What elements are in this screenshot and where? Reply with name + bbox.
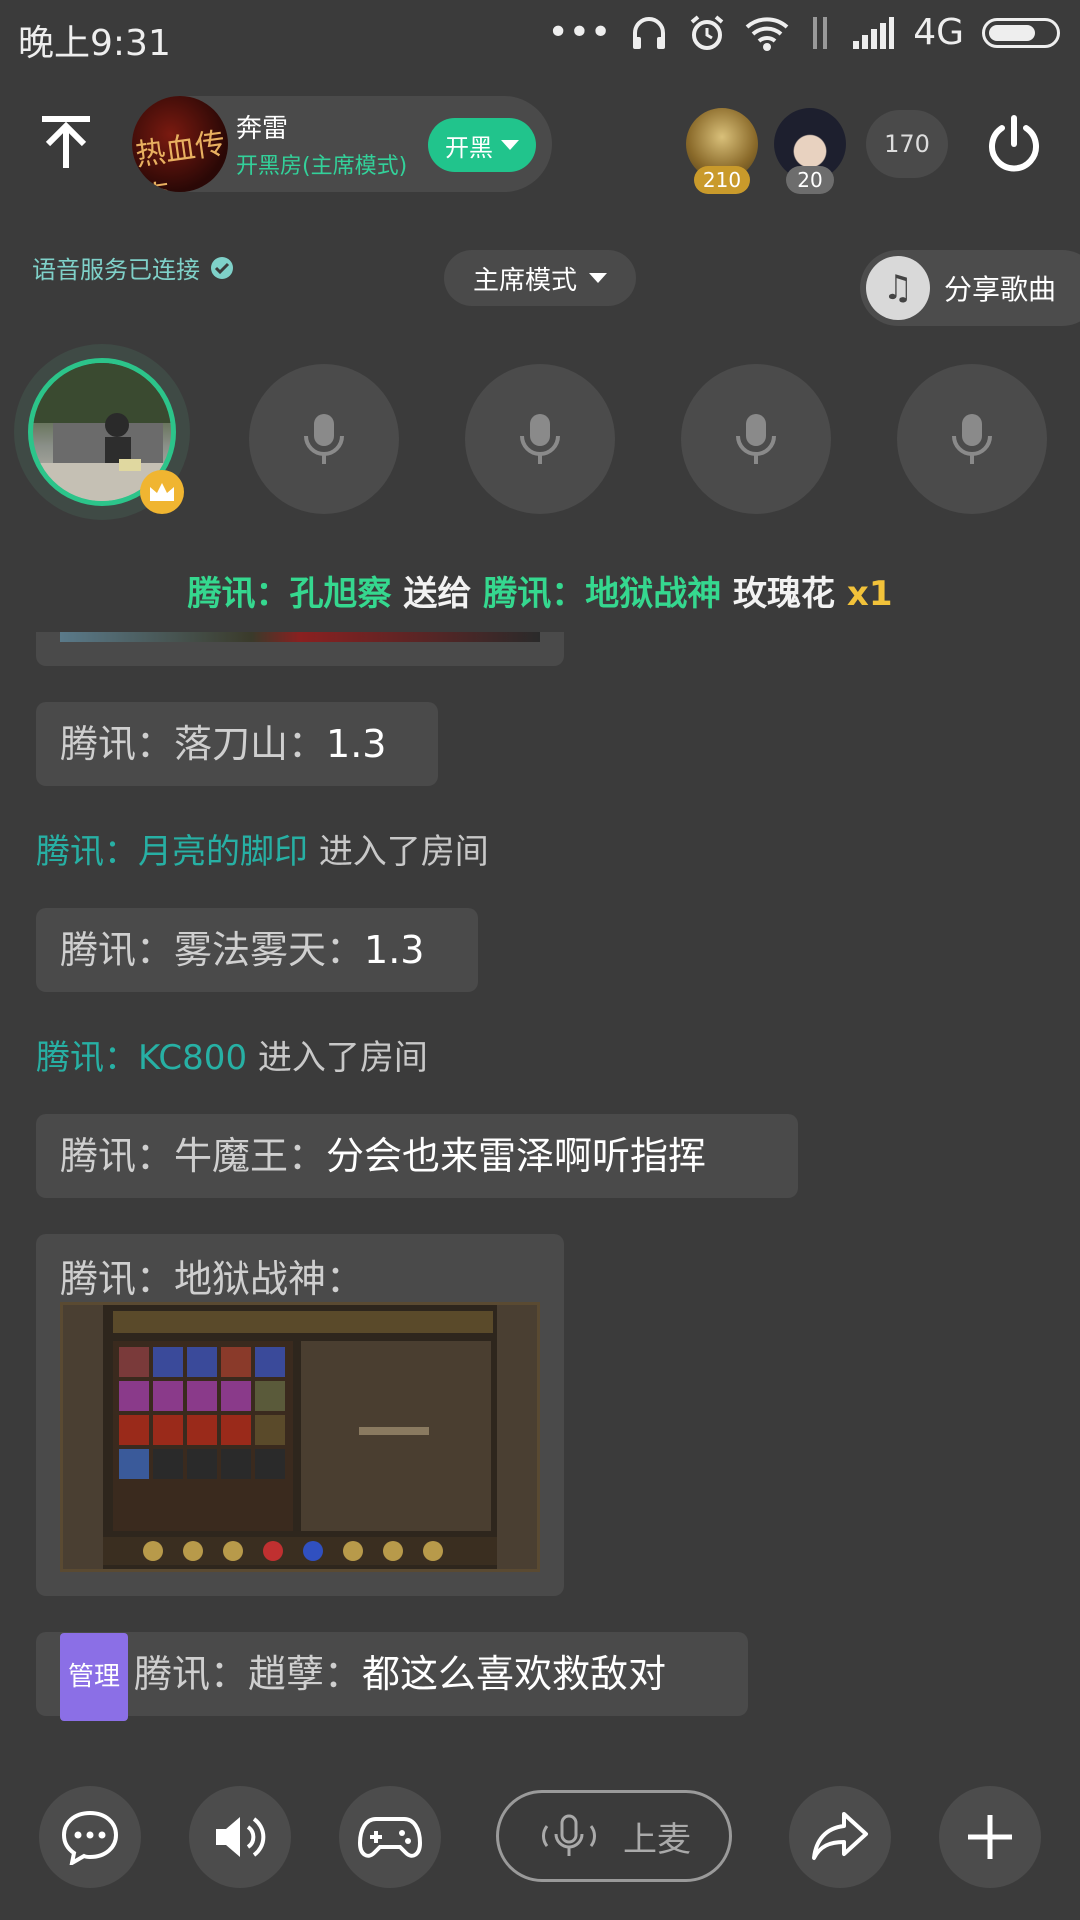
empty-seat[interactable]	[681, 364, 831, 514]
music-note-icon: ♫	[866, 256, 930, 320]
gift-banner: 腾讯：孔旭察 送给 腾讯：地狱战神 玫瑰花 x1	[0, 566, 1080, 615]
viewer-badge: 210	[694, 166, 750, 194]
more-dots-icon: •••	[547, 12, 612, 53]
alarm-icon	[690, 14, 724, 50]
chat-username[interactable]: 腾讯：牛魔王：	[60, 1134, 326, 1178]
power-icon[interactable]	[984, 114, 1044, 174]
chat-message[interactable]: 腾讯：牛魔王：分会也来雷泽啊听指挥	[36, 1114, 798, 1198]
chat-username[interactable]: 腾讯：落刀山：	[60, 722, 326, 766]
chat-text: 都这么喜欢救敌对	[362, 1652, 667, 1696]
battery-icon	[982, 17, 1060, 48]
gift-receiver[interactable]: 腾讯：地狱战神	[483, 574, 721, 614]
chevron-down-icon	[501, 140, 519, 150]
join-mic-button[interactable]: 上麦	[496, 1790, 732, 1882]
chevron-down-icon	[589, 273, 607, 283]
clock: 晚上9:31	[18, 23, 171, 64]
voice-status-text: 语音服务已连接	[32, 256, 200, 284]
chat-text: 分会也来雷泽啊听指挥	[326, 1134, 707, 1178]
voice-status: 语音服务已连接	[32, 250, 234, 285]
share-song-button[interactable]: ♫ 分享歌曲	[860, 250, 1080, 326]
system-message: 腾讯：月亮的脚印 进入了房间	[36, 824, 489, 873]
empty-seat[interactable]	[249, 364, 399, 514]
admin-badge: 管理	[60, 1632, 129, 1721]
microphone-icon	[736, 414, 776, 464]
empty-seat[interactable]	[897, 364, 1047, 514]
chat-username[interactable]: 腾讯：趙孽：	[134, 1652, 362, 1696]
empty-seat[interactable]	[465, 364, 615, 514]
system-text: 进入了房间	[257, 1038, 428, 1078]
microphone-icon	[952, 414, 992, 464]
gift-verb: 送给	[403, 574, 472, 614]
room-name: 奔雷	[236, 114, 289, 144]
gift-name: 玫瑰花	[733, 574, 836, 614]
chat-message[interactable]: 腾讯：雾法雾天：1.3	[36, 908, 478, 992]
online-count[interactable]: 170	[866, 110, 948, 178]
logo-text: 热血传奇	[133, 126, 228, 192]
system-username[interactable]: 腾讯：月亮的脚印	[36, 832, 308, 872]
chat-text: 1.3	[326, 722, 387, 766]
gift-count: x1	[846, 574, 893, 614]
join-mic-label: 上麦	[623, 1819, 691, 1860]
chat-message[interactable]: 腾讯：落刀山：1.3	[36, 702, 438, 786]
chat-message[interactable]: 管理 腾讯：趙孽：都这么喜欢救敌对	[36, 1632, 748, 1721]
microphone-icon	[520, 414, 560, 464]
headphones-icon	[633, 16, 666, 49]
data-transfer-icon	[813, 16, 828, 49]
plus-icon	[968, 1815, 1012, 1859]
system-username[interactable]: 腾讯：KC800	[36, 1038, 247, 1078]
chat-username[interactable]: 腾讯：地狱战神：	[60, 1248, 364, 1303]
viewer-badge: 20	[786, 166, 834, 194]
minimize-room-icon[interactable]	[36, 112, 96, 172]
kaihei-label: 开黑	[445, 133, 493, 162]
gamepad-icon	[358, 1817, 422, 1858]
chat-text: 1.3	[364, 928, 425, 972]
signal-icon	[853, 16, 895, 49]
status-icons: ••• 4G	[547, 12, 1060, 53]
more-button[interactable]	[939, 1786, 1041, 1888]
kaihei-button[interactable]: 开黑	[428, 118, 536, 172]
chat-image-bubble-partial[interactable]	[36, 632, 564, 666]
check-circle-icon	[211, 256, 233, 279]
microphone-icon	[542, 1814, 596, 1856]
chat-bubble-icon	[61, 1810, 119, 1865]
crown-icon	[140, 470, 184, 514]
speaker-icon	[216, 1817, 266, 1857]
chat-button[interactable]	[39, 1786, 141, 1888]
volume-button[interactable]	[189, 1786, 291, 1888]
microphone-icon	[304, 414, 344, 464]
chat-username[interactable]: 腾讯：雾法雾天：	[60, 928, 364, 972]
game-screenshot	[63, 1305, 537, 1569]
wifi-icon	[745, 16, 789, 51]
system-message: 腾讯：KC800 进入了房间	[36, 1030, 428, 1079]
system-text: 进入了房间	[318, 832, 489, 872]
network-type: 4G	[913, 12, 964, 53]
share-button[interactable]	[789, 1786, 891, 1888]
chat-image[interactable]	[60, 1302, 540, 1572]
room-mode: 开黑房(主席模式)	[236, 154, 408, 179]
share-arrow-icon	[812, 1812, 868, 1860]
room-logo: 热血传奇	[132, 96, 228, 192]
mode-label: 主席模式	[472, 265, 577, 296]
status-bar: 晚上9:31 ••• 4G	[0, 0, 1080, 76]
mode-dropdown[interactable]: 主席模式	[444, 250, 636, 306]
share-song-label: 分享歌曲	[944, 273, 1057, 306]
gift-sender[interactable]: 腾讯：孔旭察	[188, 574, 392, 614]
game-button[interactable]	[339, 1786, 441, 1888]
